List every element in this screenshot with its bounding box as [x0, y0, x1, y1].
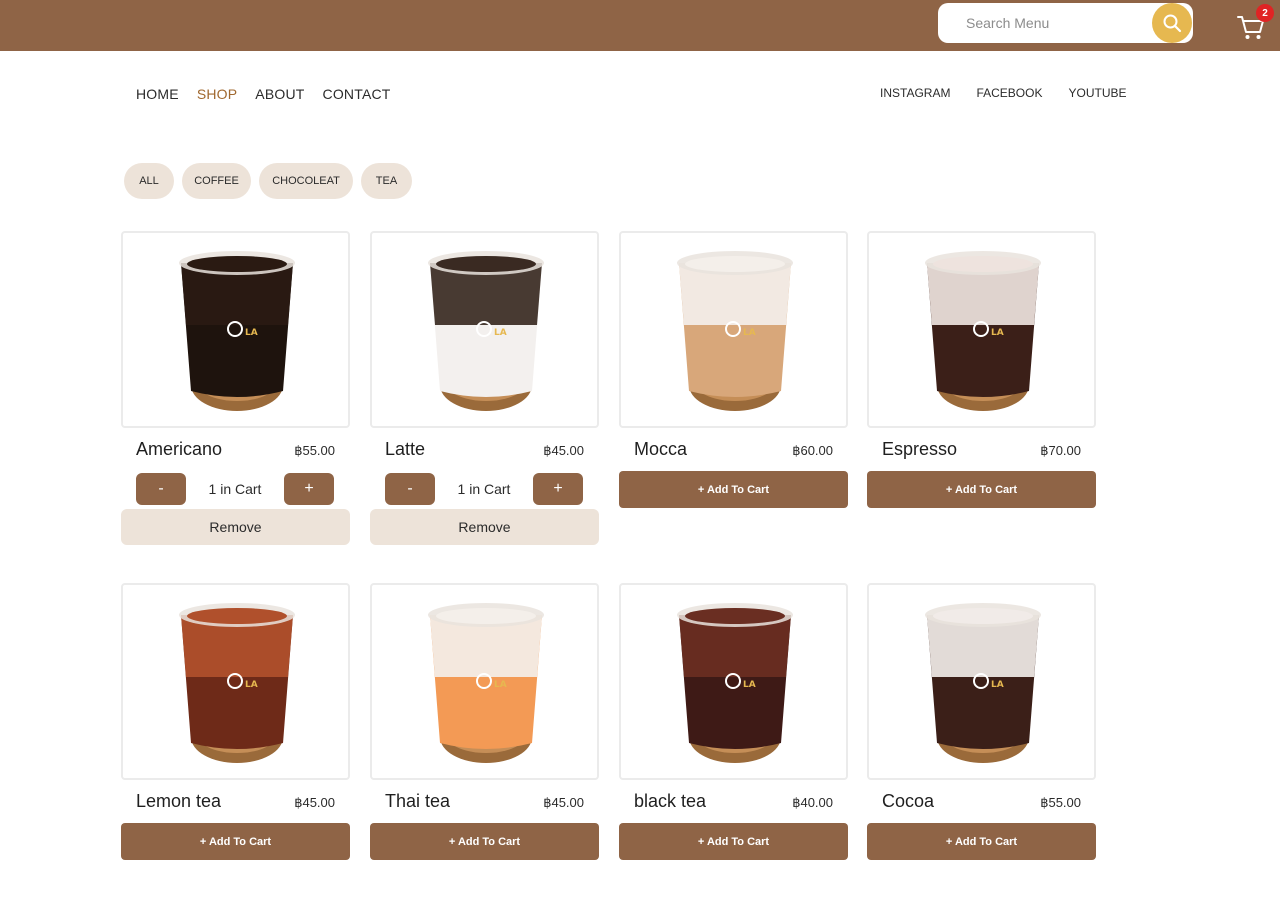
filter-tea[interactable]: TEA	[361, 163, 412, 199]
increase-qty-button[interactable]: +	[284, 473, 334, 505]
drink-image: LA	[179, 251, 295, 411]
product-name: Mocca	[634, 439, 688, 459]
add-to-cart-button[interactable]: + Add To Cart	[867, 823, 1096, 860]
drink-image: LA	[428, 603, 544, 763]
filter-coffee[interactable]: COFFEE	[182, 163, 251, 199]
cart-quantity: 1 in Cart	[457, 481, 511, 497]
product-name: Thai tea	[385, 791, 451, 811]
product-image-espresso[interactable]: LA	[867, 231, 1096, 428]
nav-about[interactable]: ABOUT	[255, 86, 304, 102]
product-name: black tea	[634, 791, 707, 811]
product-name: Lemon tea	[136, 791, 222, 811]
product-name: Americano	[136, 439, 223, 459]
main-nav: HOME SHOP ABOUT CONTACT	[136, 86, 391, 102]
drink-image: LA	[925, 603, 1041, 763]
decrease-qty-button[interactable]: -	[385, 473, 435, 505]
product-name: Latte	[385, 439, 426, 459]
nav-facebook[interactable]: FACEBOOK	[976, 86, 1042, 100]
svg-text:LA: LA	[743, 328, 756, 338]
product-price: ฿70.00	[1040, 443, 1081, 458]
product-price: ฿45.00	[543, 795, 584, 810]
drink-image: LA	[179, 603, 295, 763]
product-name: Espresso	[882, 439, 958, 459]
product-name: Cocoa	[882, 791, 935, 811]
add-to-cart-button[interactable]: + Add To Cart	[121, 823, 350, 860]
cart-count-badge: 2	[1256, 4, 1274, 22]
product-price: ฿55.00	[1040, 795, 1081, 810]
svg-text:LA: LA	[991, 680, 1004, 690]
product-price: ฿45.00	[543, 443, 584, 458]
product-image-lemon-tea[interactable]: LA	[121, 583, 350, 780]
search-button[interactable]	[1152, 3, 1192, 43]
add-to-cart-button[interactable]: + Add To Cart	[619, 823, 848, 860]
remove-button[interactable]: Remove	[121, 509, 350, 545]
svg-text:LA: LA	[494, 680, 507, 690]
nav-youtube[interactable]: YOUTUBE	[1068, 86, 1126, 100]
product-image-americano[interactable]: LA	[121, 231, 350, 428]
decrease-qty-button[interactable]: -	[136, 473, 186, 505]
nav-contact[interactable]: CONTACT	[323, 86, 391, 102]
product-image-cocoa[interactable]: LA	[867, 583, 1096, 780]
drink-image: LA	[677, 603, 793, 763]
product-price: ฿55.00	[294, 443, 335, 458]
category-filters: ALL COFFEE CHOCOLEAT TEA	[124, 163, 412, 199]
nav-instagram[interactable]: INSTAGRAM	[880, 86, 950, 100]
remove-button[interactable]: Remove	[370, 509, 599, 545]
svg-text:LA: LA	[991, 328, 1004, 338]
add-to-cart-button[interactable]: + Add To Cart	[619, 471, 848, 508]
add-to-cart-button[interactable]: + Add To Cart	[370, 823, 599, 860]
drink-image: LA	[925, 251, 1041, 411]
search-input[interactable]	[938, 3, 1153, 43]
product-price: ฿60.00	[792, 443, 833, 458]
cart-quantity: 1 in Cart	[208, 481, 262, 497]
svg-text:LA: LA	[245, 680, 258, 690]
filter-chocoleat[interactable]: CHOCOLEAT	[259, 163, 353, 199]
product-image-latte[interactable]: LA	[370, 231, 599, 428]
product-image-mocca[interactable]: LA	[619, 231, 848, 428]
search-icon	[1163, 14, 1182, 33]
social-nav: INSTAGRAM FACEBOOK YOUTUBE	[880, 86, 1127, 100]
nav-home[interactable]: HOME	[136, 86, 179, 102]
svg-text:LA: LA	[743, 680, 756, 690]
drink-image: LA	[428, 251, 544, 411]
product-price: ฿45.00	[294, 795, 335, 810]
svg-text:LA: LA	[494, 328, 507, 338]
filter-all[interactable]: ALL	[124, 163, 174, 199]
nav-shop[interactable]: SHOP	[197, 86, 237, 102]
product-price: ฿40.00	[792, 795, 833, 810]
product-image-black-tea[interactable]: LA	[619, 583, 848, 780]
drink-image: LA	[677, 251, 793, 411]
increase-qty-button[interactable]: +	[533, 473, 583, 505]
product-image-thai-tea[interactable]: LA	[370, 583, 599, 780]
add-to-cart-button[interactable]: + Add To Cart	[867, 471, 1096, 508]
svg-text:LA: LA	[245, 328, 258, 338]
